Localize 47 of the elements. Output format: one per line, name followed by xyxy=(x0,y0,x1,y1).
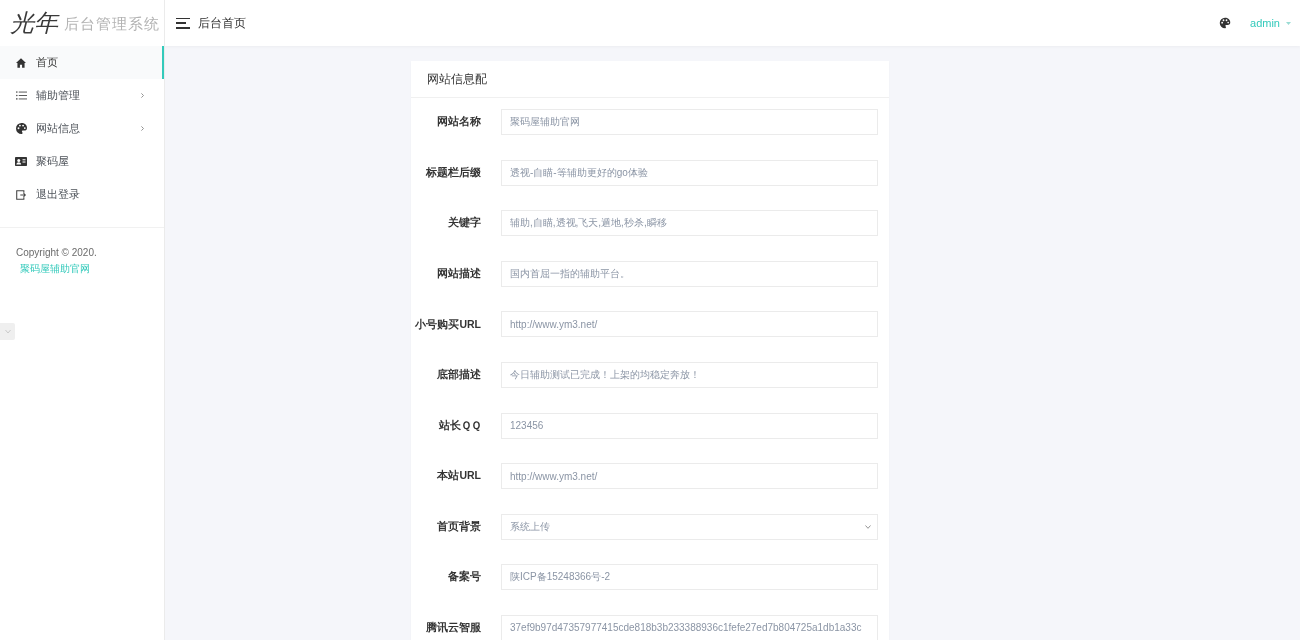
sidebar-item[interactable]: 聚码屋 xyxy=(0,145,164,178)
field-label: 小号购买URL xyxy=(414,316,481,332)
field-label: 关键字 xyxy=(447,215,481,231)
page-title: 后台首页 xyxy=(198,15,246,32)
field-label: 网站名称 xyxy=(436,114,481,130)
input-field[interactable]: http://www.ym3.net/ xyxy=(501,463,878,490)
input-field[interactable]: 透视-自瞄-等辅助更好的go体验 xyxy=(501,159,878,186)
sidebar-item[interactable]: 网站信息 xyxy=(0,112,164,145)
input-field[interactable]: 国内首屈一指的辅助平台。 xyxy=(501,260,878,287)
home-icon xyxy=(16,57,26,68)
site-link[interactable]: 聚码屋辅助官网 xyxy=(20,263,90,274)
id-card-icon xyxy=(15,157,27,166)
logout-icon xyxy=(16,189,26,200)
field-label: 站长ＱＱ xyxy=(438,417,481,433)
sidebar-item[interactable]: 辅助管理 xyxy=(0,79,164,112)
input-field[interactable]: 聚码屋辅助官网 xyxy=(501,109,878,135)
field-label: 底部描述 xyxy=(436,367,481,383)
input-field[interactable]: http://www.ym3.net/ xyxy=(501,311,878,338)
field-label: 首页背景 xyxy=(436,518,481,534)
sidebar-item[interactable]: 首页 xyxy=(0,46,164,79)
chevron-icon xyxy=(141,93,144,98)
field-label: 本站URL xyxy=(436,468,481,484)
user-menu-button[interactable]: admin xyxy=(1250,14,1291,32)
chevron-icon xyxy=(4,329,11,334)
logo-title: 后台管理系统 xyxy=(64,15,160,31)
field-label: 腾讯云智服 xyxy=(425,620,481,636)
sidebar-item[interactable]: 退出登录 xyxy=(0,178,164,211)
chevron-down-icon xyxy=(865,524,871,529)
sidebar-toggle-button[interactable] xyxy=(0,323,15,340)
input-field[interactable]: 今日辅助测试已完成！上架的均稳定奔放！ xyxy=(501,361,878,388)
logo-mark: 光年 xyxy=(10,11,58,35)
palette-icon[interactable] xyxy=(1219,17,1232,29)
caret-icon xyxy=(1286,21,1291,25)
card-title: 网站信息配 xyxy=(427,71,487,88)
field-label: 网站描述 xyxy=(436,265,481,281)
menu-icon[interactable] xyxy=(176,17,190,29)
dropdown-field[interactable]: 系统上传 xyxy=(501,513,878,540)
input-field[interactable]: 37ef9b97d47357977415cde818b3b233388936c1fefe27ed7b804725a1db1a33c xyxy=(501,614,878,640)
input-field[interactable]: 辅助,自瞄,透视,飞天,遁地,秒杀,瞬移 xyxy=(501,210,878,237)
input-field[interactable]: 123456 xyxy=(501,412,878,439)
field-label: 标题栏后缀 xyxy=(425,164,481,180)
input-field[interactable]: 陕ICP备15248366号-2 xyxy=(501,564,878,591)
palette-icon xyxy=(15,123,27,134)
list-icon xyxy=(15,91,27,100)
field-label: 备案号 xyxy=(447,569,481,585)
chevron-icon xyxy=(141,126,144,131)
copyright-text: Copyright © 2020. 聚码屋辅助官网 xyxy=(16,246,98,276)
